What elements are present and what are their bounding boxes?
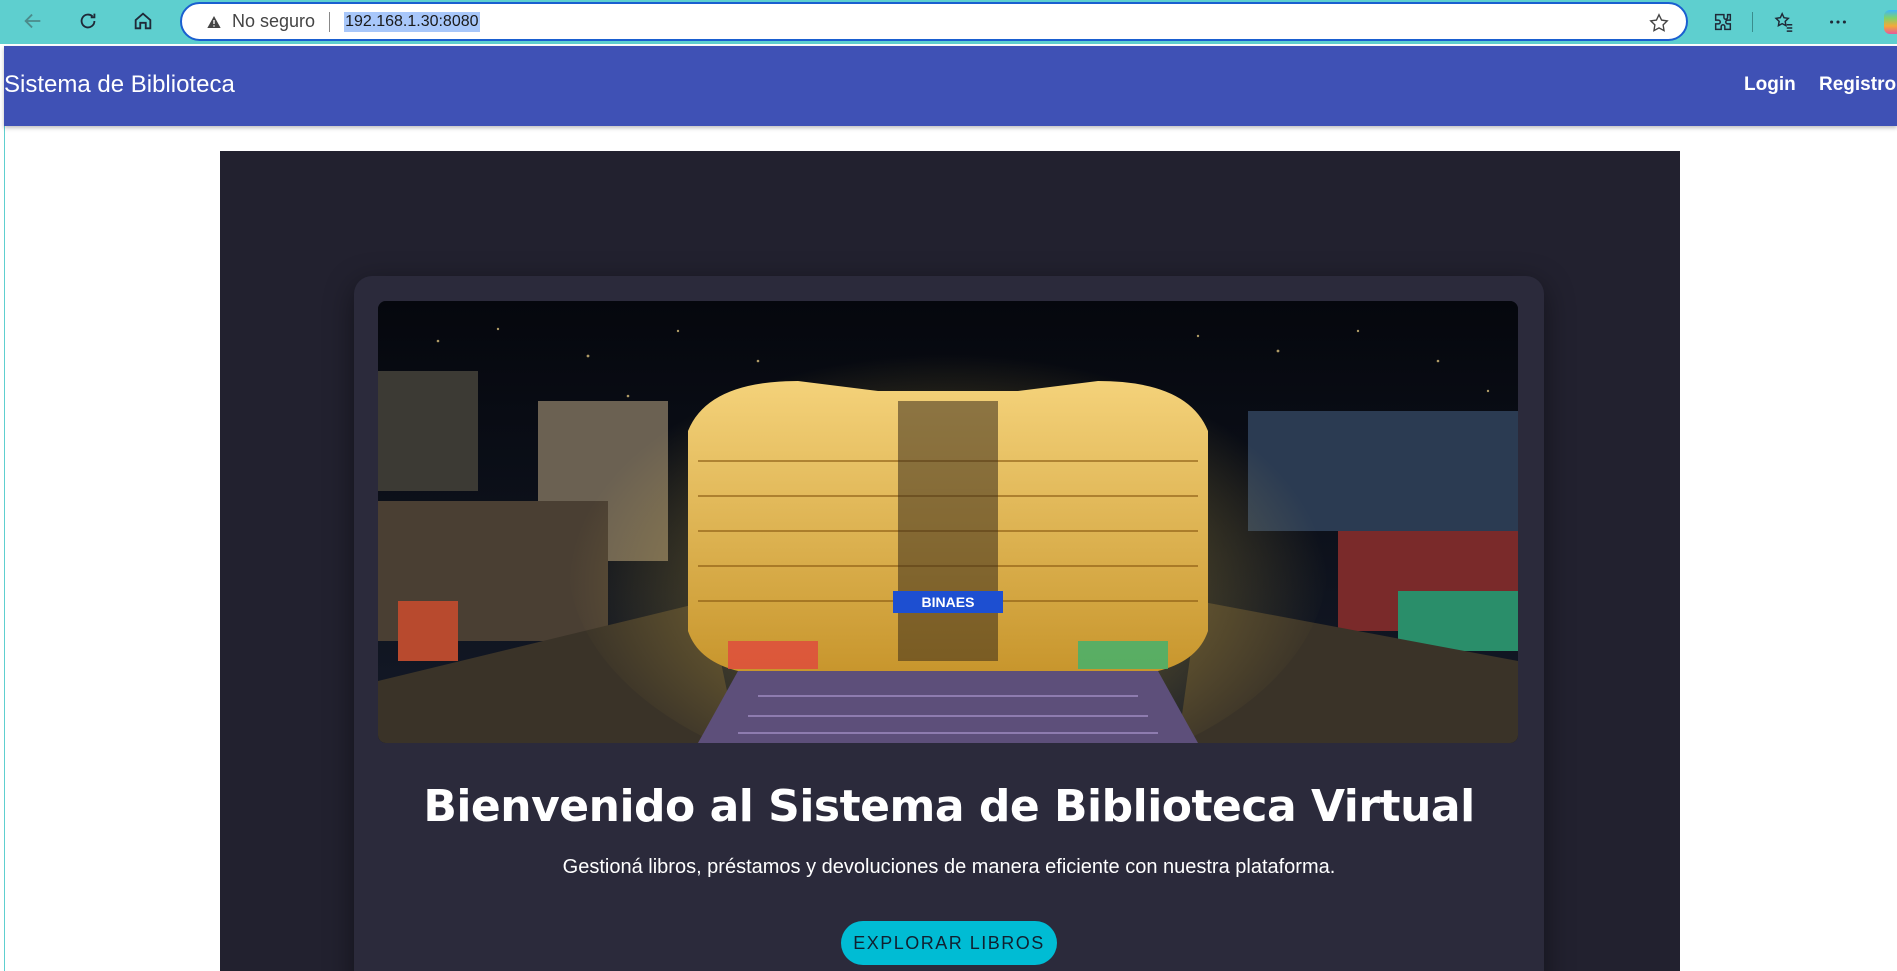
more-icon[interactable] [1822,6,1854,38]
browser-toolbar: No seguro 192.168.1.30:8080 [0,0,1897,44]
explore-books-button[interactable]: EXPLORAR LIBROS [841,921,1057,965]
copilot-icon[interactable] [1884,10,1897,34]
refresh-icon [80,13,96,29]
extensions-icon[interactable] [1707,6,1739,38]
favorites-icon[interactable] [1768,6,1800,38]
library-building-image: BINAES [378,301,1518,743]
back-button[interactable] [16,5,50,37]
hero-title: Bienvenido al Sistema de Biblioteca Virt… [423,781,1475,832]
toolbar-divider [1752,12,1753,32]
address-bar[interactable]: No seguro 192.168.1.30:8080 [180,2,1688,41]
address-divider [329,11,331,32]
home-icon [134,12,152,30]
app-navbar: Sistema de Biblioteca Login Registro [4,46,1897,126]
welcome-card: BINAES Bienvenido al Sistema de Bibliote… [354,276,1544,971]
register-link[interactable]: Registro [1819,74,1896,96]
hero-subtitle: Gestioná libros, préstamos y devolucione… [562,856,1336,878]
login-link[interactable]: Login [1744,74,1796,96]
security-label[interactable]: No seguro [232,11,315,32]
star-icon[interactable] [1648,12,1670,34]
binaes-sign: BINAES [922,594,975,610]
url-text[interactable]: 192.168.1.30:8080 [344,11,480,32]
home-button[interactable] [126,5,160,37]
hero-section: BINAES Bienvenido al Sistema de Bibliote… [220,151,1680,971]
warning-icon [204,12,224,32]
refresh-button[interactable] [71,5,105,37]
brand-title[interactable]: Sistema de Biblioteca [4,71,235,99]
back-arrow-icon [24,13,41,29]
